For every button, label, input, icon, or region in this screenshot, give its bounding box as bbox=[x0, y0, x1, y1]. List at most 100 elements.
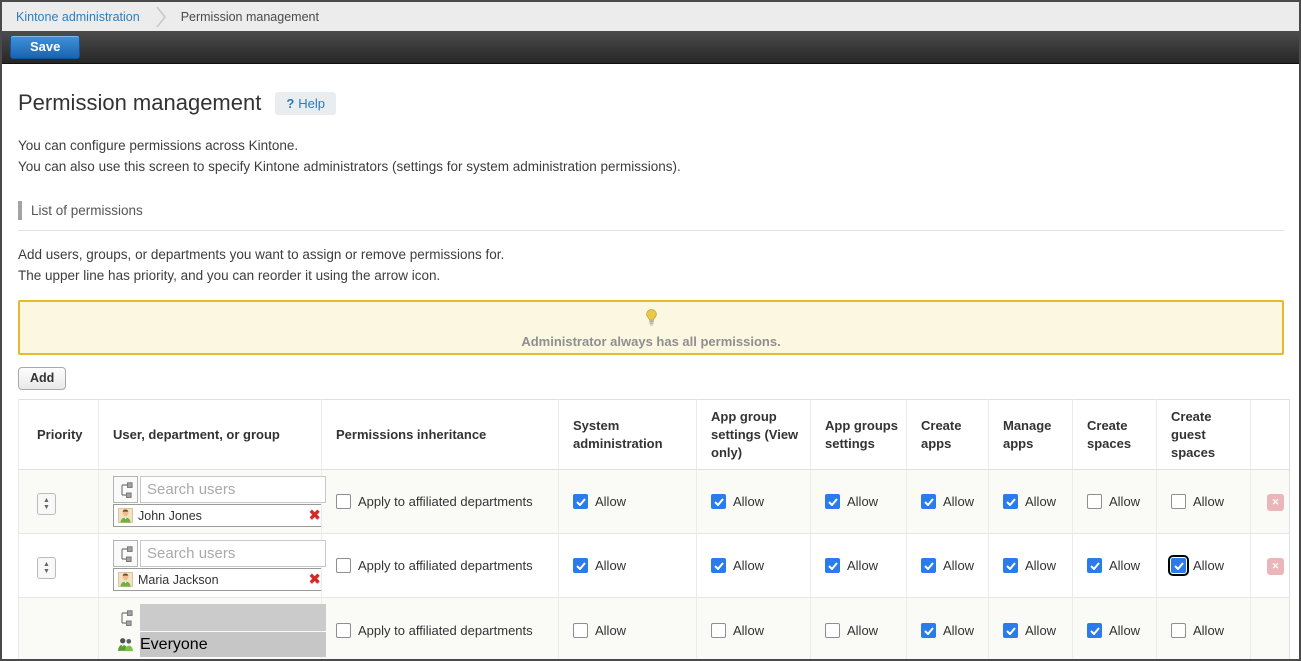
allow-checkbox[interactable] bbox=[1003, 558, 1018, 573]
apply-affiliated-checkbox[interactable] bbox=[336, 558, 351, 573]
permission-cell-app-groups-settings: Allow bbox=[811, 598, 907, 661]
allow-label: Allow bbox=[733, 494, 764, 509]
search-users-input[interactable] bbox=[140, 476, 326, 503]
permission-cell-create-guest-spaces: Allow bbox=[1157, 534, 1251, 598]
apply-affiliated-label: Apply to affiliated departments bbox=[358, 494, 533, 509]
breadcrumb-current: Permission management bbox=[181, 10, 319, 24]
allow-label: Allow bbox=[1109, 558, 1140, 573]
allow-checkbox[interactable] bbox=[1003, 623, 1018, 638]
permission-cell-manage-apps: Allow bbox=[989, 470, 1073, 534]
section-title: List of permissions bbox=[31, 203, 143, 218]
allow-checkbox[interactable] bbox=[1171, 623, 1186, 638]
allow-label: Allow bbox=[595, 623, 626, 638]
allow-label: Allow bbox=[1193, 494, 1224, 509]
entity-cell: Maria Jackson ✖ bbox=[99, 534, 322, 598]
help-link[interactable]: ? Help bbox=[275, 92, 336, 115]
header-create-apps: Create apps bbox=[907, 400, 989, 470]
table-row: Everyone Apply to affiliated departments bbox=[19, 598, 1290, 661]
permission-cell-app-group-settings-view: Allow bbox=[697, 598, 811, 661]
search-users-input[interactable] bbox=[140, 540, 326, 567]
allow-checkbox[interactable] bbox=[1003, 494, 1018, 509]
save-button[interactable]: Save bbox=[10, 35, 80, 59]
permission-cell-manage-apps: Allow bbox=[989, 598, 1073, 661]
allow-checkbox[interactable] bbox=[1087, 558, 1102, 573]
header-create-guest-spaces: Create guest spaces bbox=[1157, 400, 1251, 470]
allow-checkbox[interactable] bbox=[711, 558, 726, 573]
allow-checkbox-focused[interactable] bbox=[1171, 558, 1186, 573]
allow-label: Allow bbox=[943, 623, 974, 638]
help-label: Help bbox=[298, 96, 325, 111]
allow-checkbox[interactable] bbox=[711, 494, 726, 509]
priority-reorder-control[interactable]: ▲ ▼ bbox=[37, 493, 56, 515]
allow-checkbox[interactable] bbox=[573, 494, 588, 509]
allow-label: Allow bbox=[1109, 623, 1140, 638]
permission-cell-manage-apps: Allow bbox=[989, 534, 1073, 598]
allow-checkbox[interactable] bbox=[921, 494, 936, 509]
allow-label: Allow bbox=[733, 623, 764, 638]
allow-checkbox[interactable] bbox=[573, 623, 588, 638]
breadcrumb: Kintone administration Permission manage… bbox=[2, 2, 1299, 31]
org-tree-select-button[interactable] bbox=[113, 540, 138, 567]
permission-cell-create-spaces: Allow bbox=[1073, 534, 1157, 598]
intro-line-2: You can also use this screen to specify … bbox=[18, 156, 1299, 177]
org-tree-icon bbox=[118, 546, 134, 562]
org-tree-icon bbox=[118, 482, 134, 498]
inheritance-cell: Apply to affiliated departments bbox=[322, 598, 559, 661]
breadcrumb-chevron-icon bbox=[156, 6, 167, 28]
apply-affiliated-label: Apply to affiliated departments bbox=[358, 623, 533, 638]
selected-entity: Everyone bbox=[113, 632, 326, 657]
apply-affiliated-checkbox[interactable] bbox=[336, 494, 351, 509]
allow-label: Allow bbox=[847, 623, 878, 638]
section-accent-bar bbox=[18, 201, 22, 220]
section-desc-line-2: The upper line has priority, and you can… bbox=[18, 265, 1299, 286]
entity-name: John Jones bbox=[138, 509, 308, 523]
allow-label: Allow bbox=[733, 558, 764, 573]
table-header-row: Priority User, department, or group Perm… bbox=[19, 400, 1290, 470]
allow-label: Allow bbox=[1025, 623, 1056, 638]
priority-cell: ▲ ▼ bbox=[19, 470, 99, 534]
org-tree-select-button[interactable] bbox=[113, 476, 138, 503]
entity-name: Maria Jackson bbox=[138, 573, 308, 587]
allow-label: Allow bbox=[943, 558, 974, 573]
header-app-groups-settings: App groups settings bbox=[811, 400, 907, 470]
allow-checkbox[interactable] bbox=[825, 494, 840, 509]
selected-entity: John Jones ✖ bbox=[113, 504, 326, 527]
arrow-down-icon: ▼ bbox=[43, 504, 50, 511]
delete-row-button[interactable]: ✕ bbox=[1267, 494, 1284, 511]
header-permissions-inheritance: Permissions inheritance bbox=[322, 400, 559, 470]
allow-label: Allow bbox=[1193, 558, 1224, 573]
lightbulb-icon bbox=[645, 309, 658, 331]
permission-cell-create-guest-spaces: Allow bbox=[1157, 470, 1251, 534]
apply-affiliated-checkbox[interactable] bbox=[336, 623, 351, 638]
allow-checkbox[interactable] bbox=[711, 623, 726, 638]
notice-text: Administrator always has all permissions… bbox=[521, 334, 780, 349]
arrow-up-icon: ▲ bbox=[43, 497, 50, 504]
header-actions bbox=[1251, 400, 1290, 470]
page-title: Permission management bbox=[18, 90, 261, 116]
breadcrumb-root-link[interactable]: Kintone administration bbox=[16, 10, 140, 24]
delete-row-button[interactable]: ✕ bbox=[1267, 558, 1284, 575]
admin-notice-banner: Administrator always has all permissions… bbox=[18, 300, 1284, 355]
allow-checkbox[interactable] bbox=[921, 623, 936, 638]
group-icon bbox=[117, 637, 134, 652]
header-user-department-group: User, department, or group bbox=[99, 400, 322, 470]
allow-checkbox[interactable] bbox=[1171, 494, 1186, 509]
app-window: Kintone administration Permission manage… bbox=[0, 0, 1301, 661]
user-avatar-icon bbox=[118, 508, 133, 523]
row-actions-cell bbox=[1251, 598, 1290, 661]
header-app-group-settings-view-only: App group settings (View only) bbox=[697, 400, 811, 470]
allow-checkbox[interactable] bbox=[1087, 494, 1102, 509]
remove-entity-icon[interactable]: ✖ bbox=[308, 508, 321, 523]
allow-checkbox[interactable] bbox=[825, 558, 840, 573]
priority-reorder-control[interactable]: ▲ ▼ bbox=[37, 557, 56, 579]
allow-checkbox[interactable] bbox=[921, 558, 936, 573]
permission-cell-create-apps: Allow bbox=[907, 598, 989, 661]
allow-checkbox[interactable] bbox=[1087, 623, 1102, 638]
add-button[interactable]: Add bbox=[18, 367, 66, 390]
arrow-down-icon: ▼ bbox=[43, 568, 50, 575]
permission-cell-system-administration: Allow bbox=[559, 470, 697, 534]
allow-label: Allow bbox=[1193, 623, 1224, 638]
remove-entity-icon[interactable]: ✖ bbox=[308, 572, 321, 587]
allow-checkbox[interactable] bbox=[573, 558, 588, 573]
allow-checkbox[interactable] bbox=[825, 623, 840, 638]
